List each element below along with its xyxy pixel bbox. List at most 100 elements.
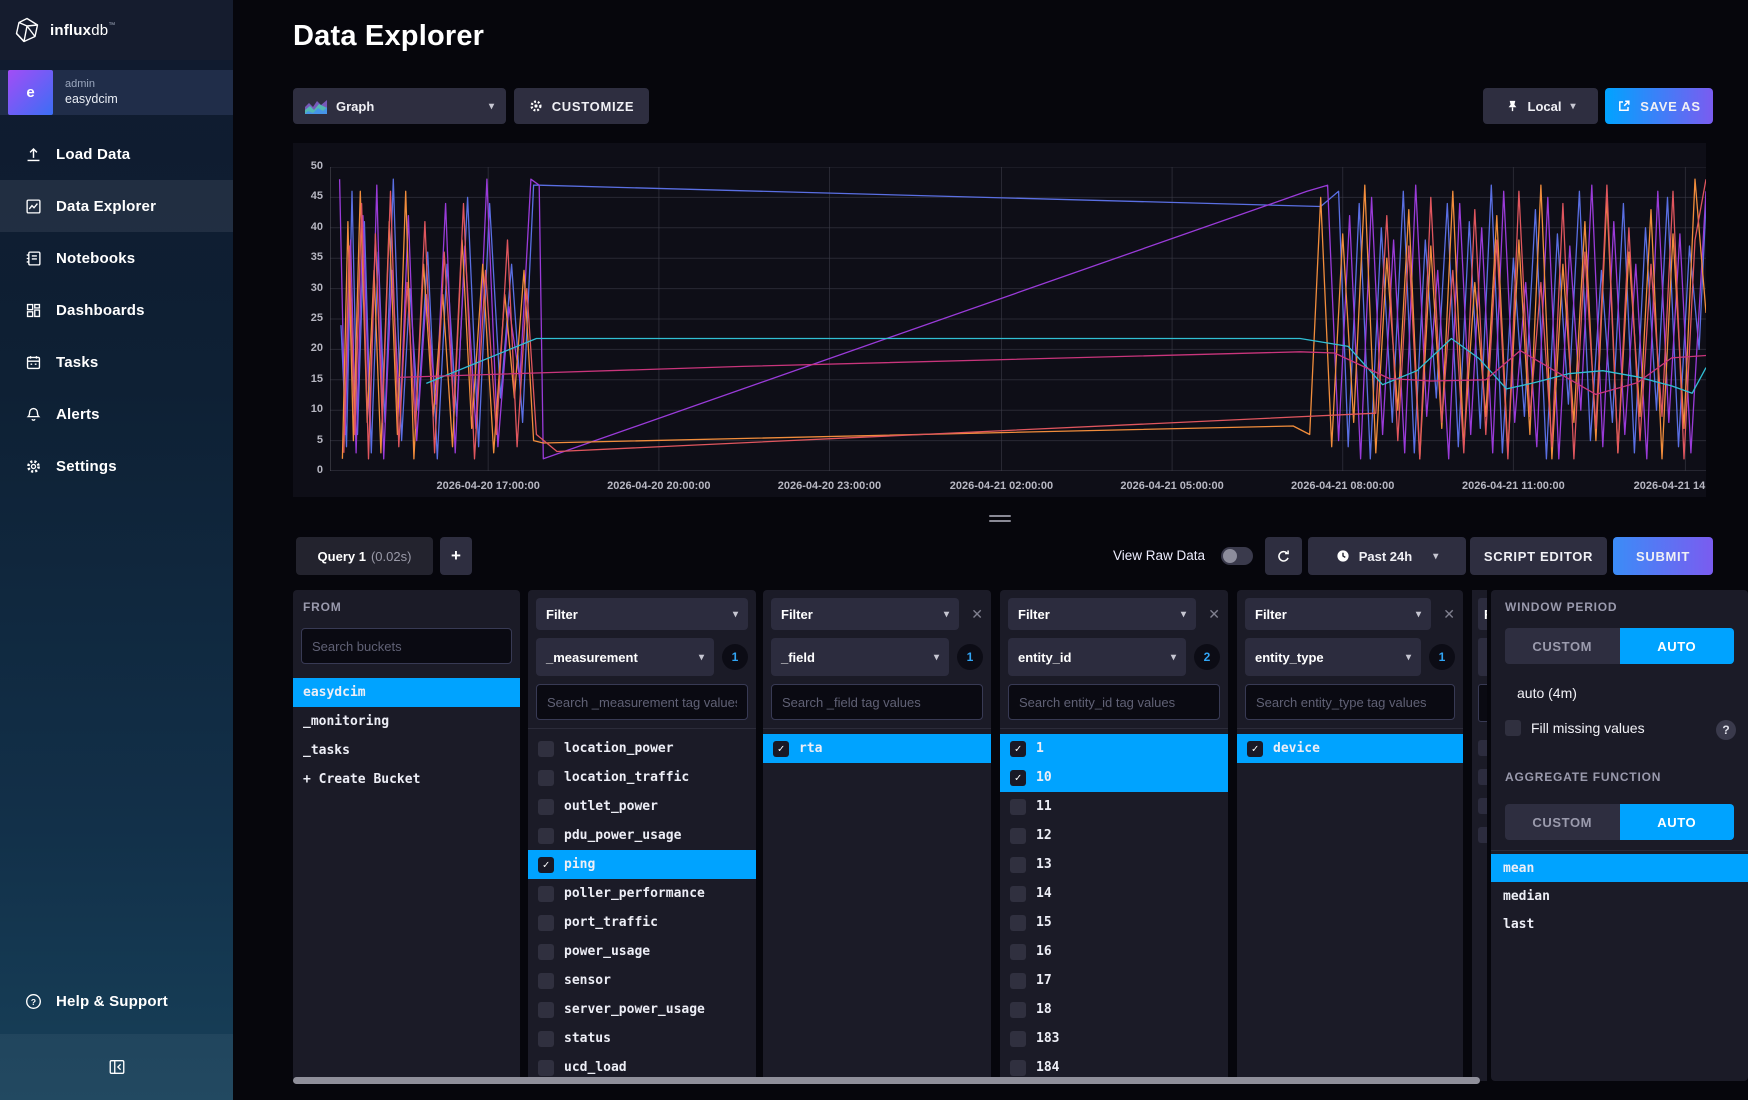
close-icon[interactable]: ✕ [1443, 606, 1455, 623]
tag-key-dropdown[interactable]: _measurement▾ [536, 638, 714, 676]
add-query-button[interactable]: + [440, 537, 472, 575]
tag-value-row-location_traffic[interactable]: location_traffic [528, 763, 756, 792]
tag-value-row-16[interactable]: 16 [1000, 937, 1228, 966]
checkbox[interactable] [1478, 769, 1487, 785]
filter-function-dropdown[interactable]: Filter▾ [1245, 598, 1431, 630]
tag-value-row-poller_performance[interactable]: poller_performance [528, 879, 756, 908]
aggregate-function-median[interactable]: median [1491, 882, 1748, 910]
bucket-item-_monitoring[interactable]: _monitoring [293, 707, 520, 736]
checkbox-checked[interactable]: ✓ [773, 741, 789, 757]
checkbox[interactable] [1010, 828, 1026, 844]
checkbox[interactable] [1478, 740, 1487, 756]
query-tab[interactable]: Query 1 (0.02s) [296, 537, 433, 575]
tag-value-row-1[interactable]: ✓1 [1000, 734, 1228, 763]
tag-value-row-location_power[interactable]: location_power [528, 734, 756, 763]
chart-plot[interactable] [330, 167, 1706, 471]
tag-value-row-17[interactable]: 17 [1000, 966, 1228, 995]
tag-value-row-ping[interactable]: ✓ping [528, 850, 756, 879]
checkbox[interactable] [1010, 1031, 1026, 1047]
tag-value-row-power_usage[interactable]: power_usage [528, 937, 756, 966]
close-icon[interactable]: ✕ [1208, 606, 1220, 623]
tag-key-dropdown[interactable] [1478, 638, 1487, 676]
help-question-icon[interactable]: ? [1716, 720, 1736, 740]
tag-value-row-outlet_power[interactable]: outlet_power [528, 792, 756, 821]
fill-missing-values-checkbox[interactable] [1505, 720, 1521, 736]
tag-value-row-11[interactable]: 11 [1000, 792, 1228, 821]
tag-key-dropdown[interactable]: _field▾ [771, 638, 949, 676]
close-icon[interactable]: ✕ [971, 606, 983, 623]
refresh-button[interactable] [1265, 537, 1302, 575]
checkbox[interactable] [538, 1031, 554, 1047]
tab-auto[interactable]: AUTO [1620, 628, 1735, 664]
checkbox[interactable] [538, 973, 554, 989]
customize-button[interactable]: CUSTOMIZE [514, 88, 649, 124]
checkbox[interactable] [538, 1060, 554, 1076]
local-dropdown[interactable]: Local ▾ [1483, 88, 1598, 124]
checkbox[interactable] [538, 828, 554, 844]
filter-function-dropdown[interactable]: Filter▾ [1008, 598, 1196, 630]
checkbox[interactable] [538, 770, 554, 786]
checkbox-checked[interactable]: ✓ [1010, 741, 1026, 757]
tag-key-dropdown[interactable]: entity_type▾ [1245, 638, 1421, 676]
tag-value-row-13[interactable]: 13 [1000, 850, 1228, 879]
script-editor-button[interactable]: SCRIPT EDITOR [1470, 537, 1607, 575]
checkbox[interactable] [538, 915, 554, 931]
sidebar-item-help-support[interactable]: ? Help & Support [0, 978, 233, 1024]
tag-value-row-sensor[interactable]: sensor [528, 966, 756, 995]
checkbox[interactable] [1010, 915, 1026, 931]
user-card[interactable]: e admin easydcim [0, 70, 233, 115]
sidebar-item-notebooks[interactable]: Notebooks [0, 232, 233, 284]
sidebar-item-settings[interactable]: Settings [0, 440, 233, 492]
checkbox-checked[interactable]: ✓ [1010, 770, 1026, 786]
tag-value-search-input[interactable] [1478, 684, 1487, 722]
tag-value-search-input[interactable] [771, 684, 983, 720]
bucket-item--Create-Bucket[interactable]: + Create Bucket [293, 765, 520, 794]
sidebar-item-data-explorer[interactable]: Data Explorer [0, 180, 233, 232]
checkbox[interactable] [538, 944, 554, 960]
tag-value-search-input[interactable] [1008, 684, 1220, 720]
tag-value-row-status[interactable]: status [528, 1024, 756, 1053]
tag-value-row-183[interactable]: 183 [1000, 1024, 1228, 1053]
tag-value-row-device[interactable]: ✓device [1237, 734, 1463, 763]
resize-handle[interactable] [989, 515, 1011, 525]
sidebar-item-tasks[interactable]: Tasks [0, 336, 233, 388]
bucket-item-_tasks[interactable]: _tasks [293, 736, 520, 765]
checkbox-checked[interactable]: ✓ [538, 857, 554, 873]
checkbox[interactable] [1010, 886, 1026, 902]
checkbox[interactable] [538, 799, 554, 815]
checkbox[interactable] [1010, 857, 1026, 873]
tab-custom[interactable]: CUSTOM [1505, 804, 1620, 840]
tag-value-row-14[interactable]: 14 [1000, 879, 1228, 908]
tab-custom[interactable]: CUSTOM [1505, 628, 1620, 664]
tag-value-search-input[interactable] [1245, 684, 1455, 720]
tag-value-row-pdu_power_usage[interactable]: pdu_power_usage [528, 821, 756, 850]
tag-value-search-input[interactable] [536, 684, 748, 720]
bucket-item-easydcim[interactable]: easydcim [293, 678, 520, 707]
tag-value-row-server_power_usage[interactable]: server_power_usage [528, 995, 756, 1024]
view-raw-data-toggle[interactable] [1221, 547, 1253, 565]
sidebar-collapse-button[interactable] [0, 1034, 233, 1100]
aggregate-function-mean[interactable]: mean [1491, 854, 1748, 882]
checkbox[interactable] [538, 1002, 554, 1018]
checkbox-checked[interactable]: ✓ [1247, 741, 1263, 757]
filter-function-dropdown[interactable]: Filter [1478, 598, 1487, 630]
checkbox[interactable] [538, 741, 554, 757]
checkbox[interactable] [538, 886, 554, 902]
bucket-search-input[interactable] [301, 628, 512, 664]
sidebar-item-dashboards[interactable]: Dashboards [0, 284, 233, 336]
tag-value-row-15[interactable]: 15 [1000, 908, 1228, 937]
tag-value-row-port_traffic[interactable]: port_traffic [528, 908, 756, 937]
aggregate-function-last[interactable]: last [1491, 910, 1748, 938]
checkbox[interactable] [1010, 799, 1026, 815]
tag-value-row-12[interactable]: 12 [1000, 821, 1228, 850]
save-as-button[interactable]: SAVE AS [1605, 88, 1713, 124]
filter-function-dropdown[interactable]: Filter▾ [536, 598, 748, 630]
filter-function-dropdown[interactable]: Filter▾ [771, 598, 959, 630]
tag-value-row-18[interactable]: 18 [1000, 995, 1228, 1024]
checkbox[interactable] [1478, 798, 1487, 814]
submit-button[interactable]: SUBMIT [1613, 537, 1713, 575]
tag-key-dropdown[interactable]: entity_id▾ [1008, 638, 1186, 676]
checkbox[interactable] [1010, 1002, 1026, 1018]
checkbox[interactable] [1478, 827, 1487, 843]
time-range-dropdown[interactable]: Past 24h ▾ [1308, 537, 1466, 575]
